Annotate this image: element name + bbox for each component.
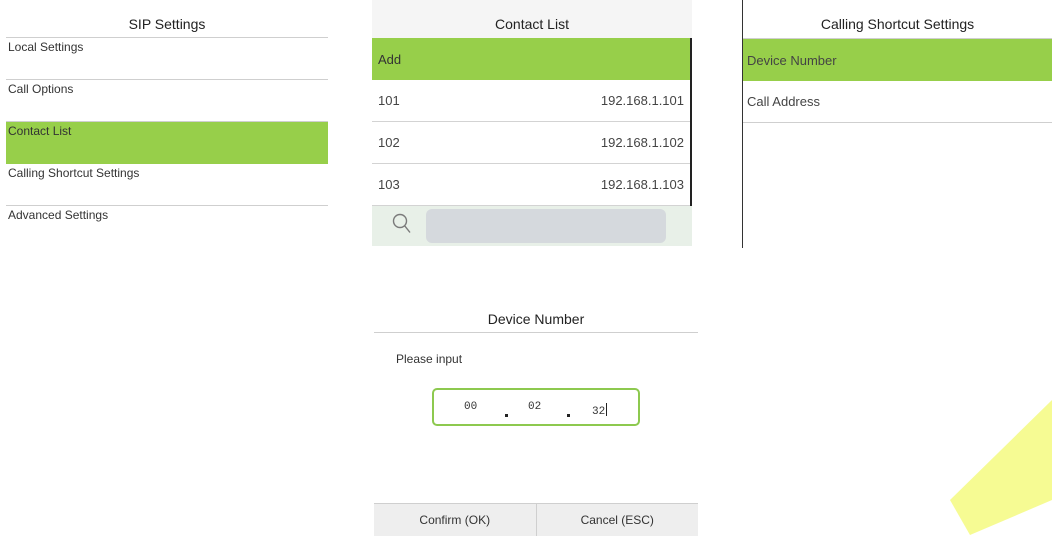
calling-shortcut-panel: Calling Shortcut Settings Device Number … xyxy=(742,0,1052,248)
contact-row[interactable]: 101 192.168.1.101 xyxy=(372,80,690,122)
text-cursor xyxy=(606,403,608,417)
add-contact-button[interactable]: Add xyxy=(372,38,690,80)
device-number-input[interactable]: 00 02 32 xyxy=(432,388,640,426)
contact-number: 103 xyxy=(378,177,400,192)
menu-item-device-number[interactable]: Device Number xyxy=(743,39,1052,81)
device-number-dialog: Device Number Please input 00 02 32 Conf… xyxy=(374,300,698,536)
separator-dot xyxy=(505,414,508,417)
menu-item-contact-list[interactable]: Contact List xyxy=(6,122,328,164)
contact-row[interactable]: 103 192.168.1.103 xyxy=(372,164,690,206)
contact-address: 192.168.1.101 xyxy=(600,93,684,108)
contact-row[interactable]: 102 192.168.1.102 xyxy=(372,122,690,164)
contact-list-title: Contact List xyxy=(372,0,692,38)
search-input[interactable] xyxy=(426,209,666,243)
menu-item-calling-shortcut-settings[interactable]: Calling Shortcut Settings xyxy=(6,164,328,206)
menu-item-local-settings[interactable]: Local Settings xyxy=(6,38,328,80)
search-bar xyxy=(372,206,692,246)
sip-settings-panel: SIP Settings Local Settings Call Options… xyxy=(6,0,328,240)
menu-item-call-options[interactable]: Call Options xyxy=(6,80,328,122)
contact-address: 192.168.1.103 xyxy=(600,177,684,192)
contact-number: 102 xyxy=(378,135,400,150)
dialog-button-bar: Confirm (OK) Cancel (ESC) xyxy=(374,503,698,536)
add-label: Add xyxy=(378,51,402,67)
contact-number: 101 xyxy=(378,93,400,108)
dialog-title: Device Number xyxy=(374,300,698,333)
menu-item-advanced-settings[interactable]: Advanced Settings xyxy=(6,206,328,248)
calling-shortcut-title: Calling Shortcut Settings xyxy=(743,0,1052,39)
segment-3: 32 xyxy=(592,406,606,418)
dialog-prompt: Please input xyxy=(396,352,463,366)
contact-address: 192.168.1.102 xyxy=(600,135,684,150)
contact-list-panel: Contact List Add 101 192.168.1.101 102 1… xyxy=(372,0,692,248)
sip-settings-title: SIP Settings xyxy=(6,0,328,38)
search-icon[interactable] xyxy=(392,213,412,240)
segment-3-wrap[interactable]: 32 xyxy=(592,401,608,419)
cancel-button[interactable]: Cancel (ESC) xyxy=(535,504,699,536)
segment-2[interactable]: 02 xyxy=(528,401,541,413)
confirm-button[interactable]: Confirm (OK) xyxy=(374,504,536,536)
menu-item-call-address[interactable]: Call Address xyxy=(743,81,1052,123)
contact-rows: Add 101 192.168.1.101 102 192.168.1.102 … xyxy=(372,38,692,206)
separator-dot xyxy=(567,414,570,417)
watermark-logo-icon xyxy=(950,400,1052,535)
segment-1[interactable]: 00 xyxy=(464,401,477,413)
